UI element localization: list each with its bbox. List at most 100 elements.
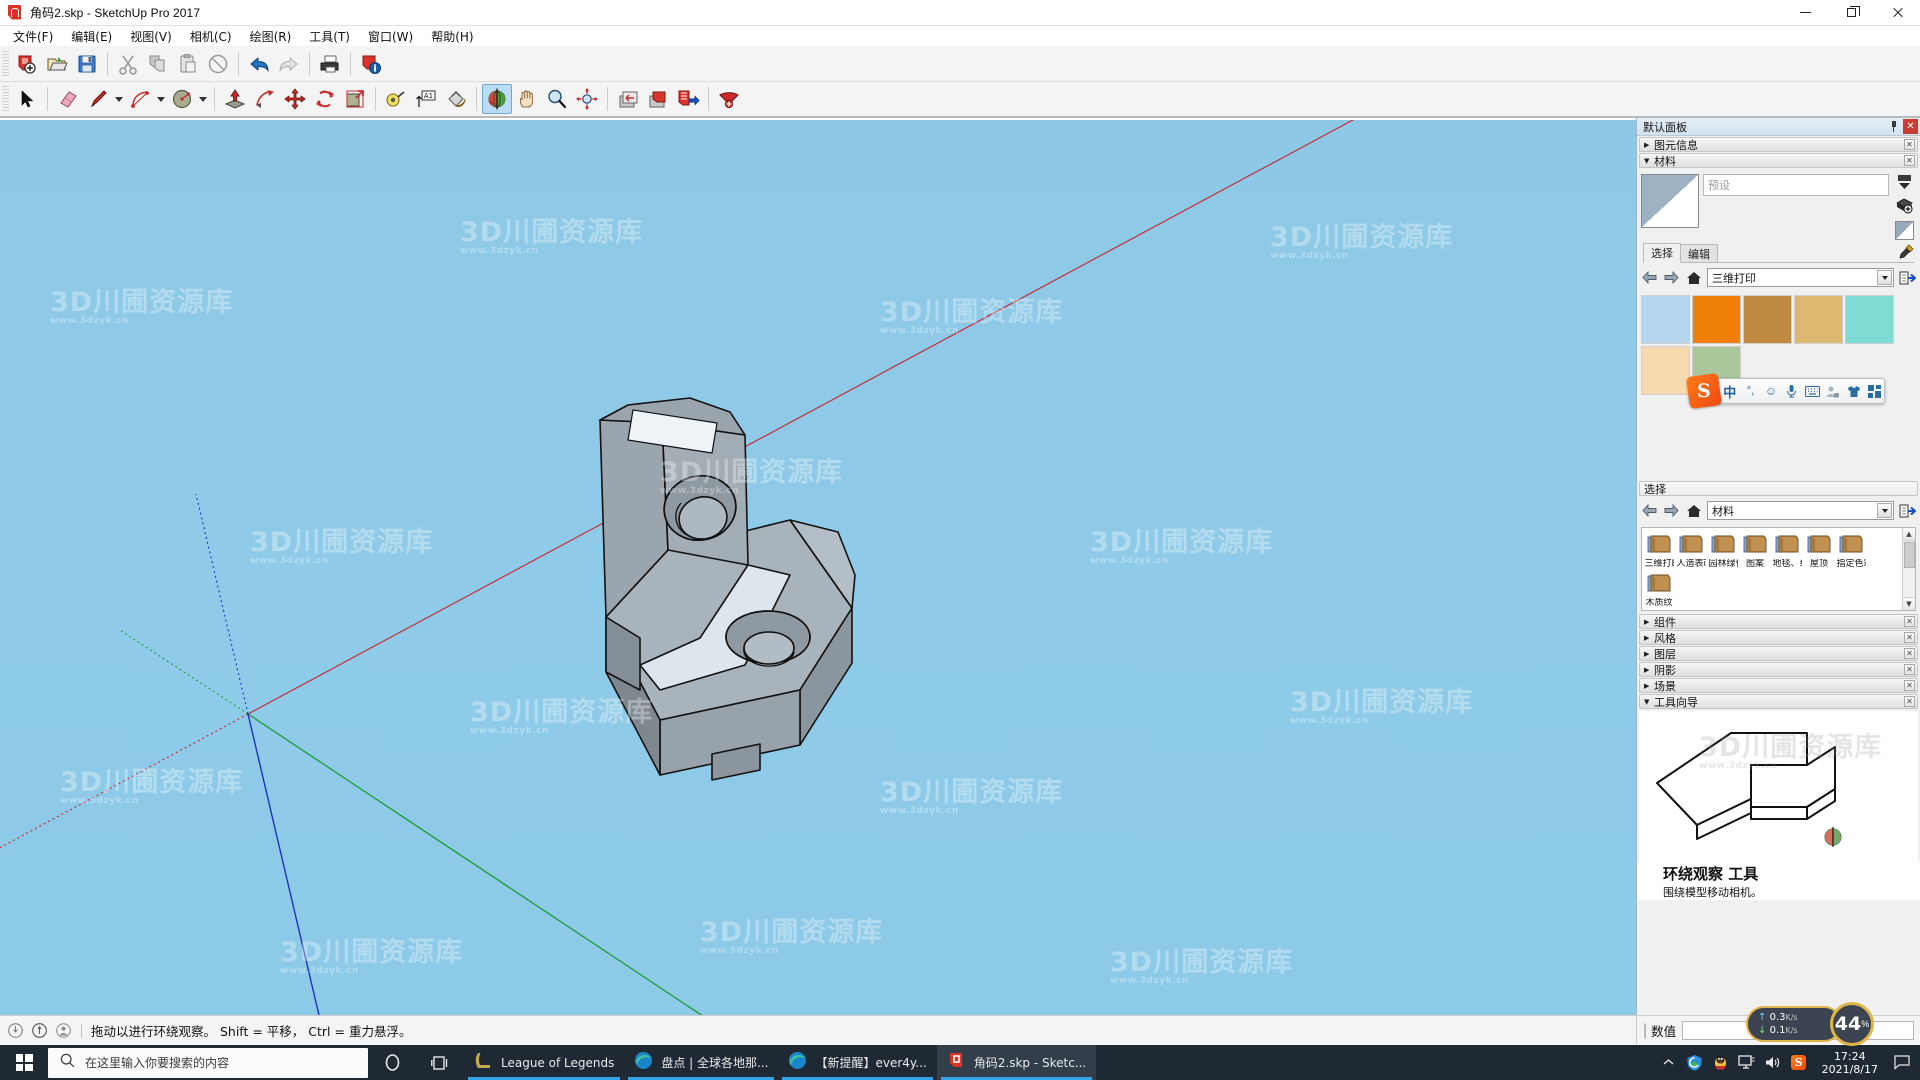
chevron-down-icon[interactable]	[113, 84, 125, 114]
material-folder-item[interactable]: 木质纹	[1644, 569, 1674, 607]
display-swatch-icon[interactable]	[1894, 221, 1914, 240]
chinese-mode-icon[interactable]: 中	[1720, 380, 1740, 402]
cut-scissors-icon[interactable]	[113, 49, 143, 79]
menu-tools[interactable]: 工具(T)	[300, 26, 359, 47]
material-folder-item[interactable]: 图案	[1740, 530, 1770, 568]
scroll-down-button[interactable]: ▼	[1903, 597, 1915, 610]
pan-hand-icon[interactable]	[512, 84, 542, 114]
menu-edit[interactable]: 编辑(E)	[62, 26, 121, 47]
section-layers[interactable]: ▶ 图层 ✕	[1639, 646, 1918, 661]
paint-bucket-add-icon[interactable]	[1895, 197, 1914, 218]
sogou-input-toolbar[interactable]: S 中 °, ☺	[1685, 372, 1885, 410]
material-folder-item[interactable]: 三维打E	[1644, 530, 1674, 568]
paint-bucket-icon[interactable]	[441, 84, 471, 114]
material-folder-item[interactable]: 屋顶	[1804, 530, 1834, 568]
toolbar-grip[interactable]	[2, 86, 9, 112]
section-close-button[interactable]: ✕	[1904, 632, 1915, 643]
details-menu-icon[interactable]	[1899, 503, 1916, 518]
material-library-select[interactable]: 三维打印	[1707, 268, 1894, 287]
taskbar-item-league-of-legends[interactable]: League of Legends	[464, 1045, 624, 1080]
arrow-right-icon[interactable]	[1663, 270, 1680, 285]
arrow-right-icon[interactable]	[1663, 503, 1680, 518]
material-swatch[interactable]	[1794, 295, 1843, 344]
scroll-up-button[interactable]: ▲	[1903, 528, 1915, 541]
erase-circle-icon[interactable]	[203, 49, 233, 79]
chevron-down-icon[interactable]	[197, 84, 209, 114]
menu-camera[interactable]: 相机(C)	[181, 26, 241, 47]
material-preview[interactable]	[1641, 174, 1699, 228]
text-label-icon[interactable]: A1	[411, 84, 441, 114]
rotate-icon[interactable]	[310, 84, 340, 114]
menu-help[interactable]: 帮助(H)	[422, 26, 482, 47]
section-shadows[interactable]: ▶ 阴影 ✕	[1639, 662, 1918, 677]
zoom-extents-icon[interactable]	[572, 84, 602, 114]
location-info-icon[interactable]	[8, 1022, 24, 1039]
export-pages-icon[interactable]	[673, 84, 703, 114]
browser-library-select[interactable]: 材料	[1707, 501, 1894, 520]
material-swatch[interactable]	[1641, 346, 1690, 395]
home-icon[interactable]	[1685, 270, 1702, 285]
network-speed-widget[interactable]: ↑ 0.3K/s ↓ 0.1K/s 44%	[1746, 1002, 1874, 1046]
menu-window[interactable]: 窗口(W)	[359, 26, 422, 47]
usage-percent-dial[interactable]: 44%	[1830, 1002, 1874, 1046]
menu-file[interactable]: 文件(F)	[4, 26, 62, 47]
pushpull-icon[interactable]	[220, 84, 250, 114]
section-entity-info[interactable]: ▶ 图元信息 ✕	[1639, 137, 1918, 152]
volume-speaker-icon[interactable]	[1760, 1045, 1786, 1080]
taskbar-search-input[interactable]: 在这里输入你要搜索的内容	[48, 1047, 368, 1078]
sogou-logo-icon[interactable]: S	[1685, 372, 1723, 410]
move-icon[interactable]	[280, 84, 310, 114]
chevron-down-icon[interactable]	[1877, 503, 1892, 518]
paste-icon[interactable]	[173, 49, 203, 79]
chevron-up-icon[interactable]	[1656, 1045, 1682, 1080]
material-swatch[interactable]	[1743, 295, 1792, 344]
scale-icon[interactable]	[340, 84, 370, 114]
action-center-icon[interactable]	[1888, 1045, 1916, 1080]
home-icon[interactable]	[1685, 503, 1702, 518]
maximize-button[interactable]	[1828, 0, 1874, 26]
material-folder-item[interactable]: 地毯、纟	[1772, 530, 1802, 568]
emoji-icon[interactable]: ☺	[1761, 380, 1781, 402]
menu-draw[interactable]: 绘图(R)	[241, 26, 301, 47]
keyboard-icon[interactable]	[1803, 380, 1823, 402]
arrow-left-icon[interactable]	[1641, 270, 1658, 285]
user-icon[interactable]	[1823, 380, 1843, 402]
security-shield-icon[interactable]	[1682, 1045, 1708, 1080]
scrollbar-thumb[interactable]	[1904, 542, 1915, 568]
cortana-circle-icon[interactable]	[368, 1045, 416, 1080]
next-view-icon[interactable]	[643, 84, 673, 114]
material-browser-header[interactable]: 选择	[1639, 481, 1918, 496]
material-swatch[interactable]	[1641, 295, 1690, 344]
orbit-globe-icon[interactable]	[482, 84, 512, 114]
menu-view[interactable]: 视图(V)	[121, 26, 181, 47]
eraser-icon[interactable]	[53, 84, 83, 114]
task-view-icon[interactable]	[416, 1045, 464, 1080]
section-close-button[interactable]: ✕	[1904, 616, 1915, 627]
material-folder-item[interactable]: 人造表ī	[1676, 530, 1706, 568]
tray-close-button[interactable]: ✕	[1903, 119, 1918, 134]
select-arrow-icon[interactable]	[12, 84, 42, 114]
undo-arrow-icon[interactable]	[244, 49, 274, 79]
position-camera-icon[interactable]	[714, 84, 744, 114]
section-close-button[interactable]: ✕	[1904, 664, 1915, 675]
section-close-button[interactable]: ✕	[1904, 648, 1915, 659]
create-material-icon[interactable]	[1896, 174, 1913, 194]
punctuation-icon[interactable]: °,	[1741, 380, 1761, 402]
section-components[interactable]: ▶ 组件 ✕	[1639, 614, 1918, 629]
follow-me-icon[interactable]	[250, 84, 280, 114]
microphone-icon[interactable]	[1782, 380, 1802, 402]
taskbar-clock[interactable]: 17:24 2021/8/17	[1812, 1050, 1888, 1076]
redo-arrow-icon[interactable]	[274, 49, 304, 79]
section-materials[interactable]: ▼ 材料 ✕	[1639, 153, 1918, 168]
section-instructor[interactable]: ▼ 工具向导 ✕	[1639, 694, 1918, 709]
material-folder-item[interactable]: 指定色彩	[1836, 530, 1866, 568]
tab-edit[interactable]: 编辑	[1680, 244, 1718, 263]
windows-start-icon[interactable]	[0, 1045, 48, 1080]
minimize-button[interactable]	[1782, 0, 1828, 26]
save-floppy-icon[interactable]	[72, 49, 102, 79]
details-menu-icon[interactable]	[1899, 270, 1916, 285]
copy-icon[interactable]	[143, 49, 173, 79]
material-name-input[interactable]: 预设	[1703, 174, 1889, 196]
toolbox-grid-icon[interactable]	[1864, 380, 1884, 402]
section-scenes[interactable]: ▶ 场景 ✕	[1639, 678, 1918, 693]
